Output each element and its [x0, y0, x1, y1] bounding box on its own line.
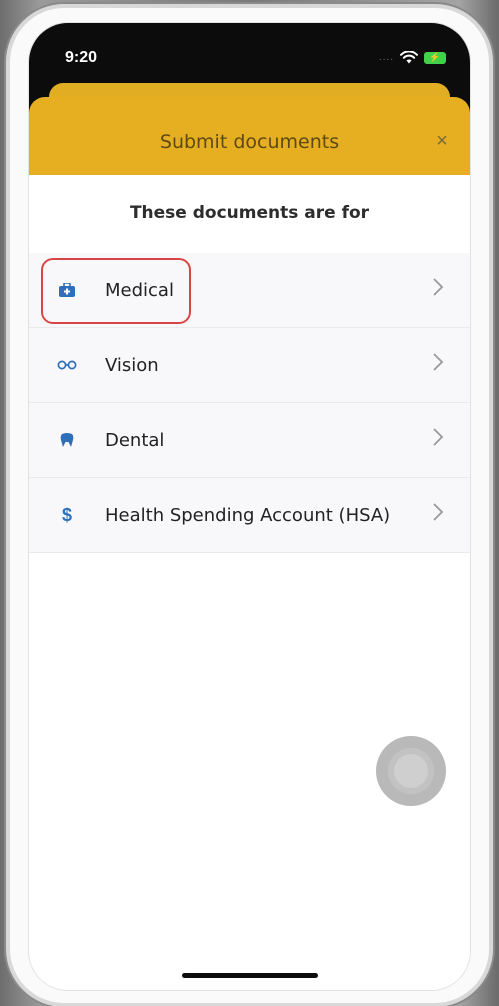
sheet-title: Submit documents	[159, 131, 340, 153]
home-indicator[interactable]	[181, 973, 318, 978]
status-icons: .... ⚡	[379, 51, 446, 64]
highlight-box	[41, 258, 191, 324]
status-time: 9:20	[65, 49, 98, 66]
chevron-right-icon	[433, 428, 444, 446]
battery-bolt: ⚡	[429, 52, 441, 62]
option-label: Vision	[105, 354, 159, 376]
option-label: Health Spending Account (HSA)	[105, 504, 391, 526]
documents-for-heading: These documents are for	[129, 203, 370, 223]
option-label: Dental	[105, 429, 165, 451]
battery-charging-icon: ⚡	[424, 51, 446, 64]
sheet-header: Submit documents ×	[29, 97, 470, 175]
option-hsa[interactable]: $ Health Spending Account (HSA)	[29, 478, 470, 553]
chevron-right-icon	[433, 503, 444, 521]
assistive-touch-inner	[388, 748, 434, 794]
tooth-icon	[55, 432, 79, 448]
glasses-icon	[55, 360, 79, 370]
option-vision[interactable]: Vision	[29, 328, 470, 403]
document-type-list: Medical Vision Dental $ Health Spending …	[29, 253, 470, 553]
option-medical[interactable]: Medical	[29, 253, 470, 328]
signal-indicator: ....	[378, 52, 394, 63]
app-screen: 9:20 .... ⚡ Submit documents × These doc…	[28, 22, 471, 991]
dollar-icon: $	[61, 504, 72, 525]
close-icon: ×	[436, 129, 448, 152]
chevron-right-icon	[433, 278, 444, 296]
option-dental[interactable]: Dental	[29, 403, 470, 478]
close-button[interactable]: ×	[428, 127, 456, 155]
assistive-touch-button[interactable]	[376, 736, 446, 806]
phone-frame: 9:20 .... ⚡ Submit documents × These doc…	[10, 8, 489, 1003]
wifi-icon	[400, 51, 418, 64]
chevron-right-icon	[433, 353, 444, 371]
sheet-body: These documents are for Medical Vision D…	[29, 175, 470, 990]
